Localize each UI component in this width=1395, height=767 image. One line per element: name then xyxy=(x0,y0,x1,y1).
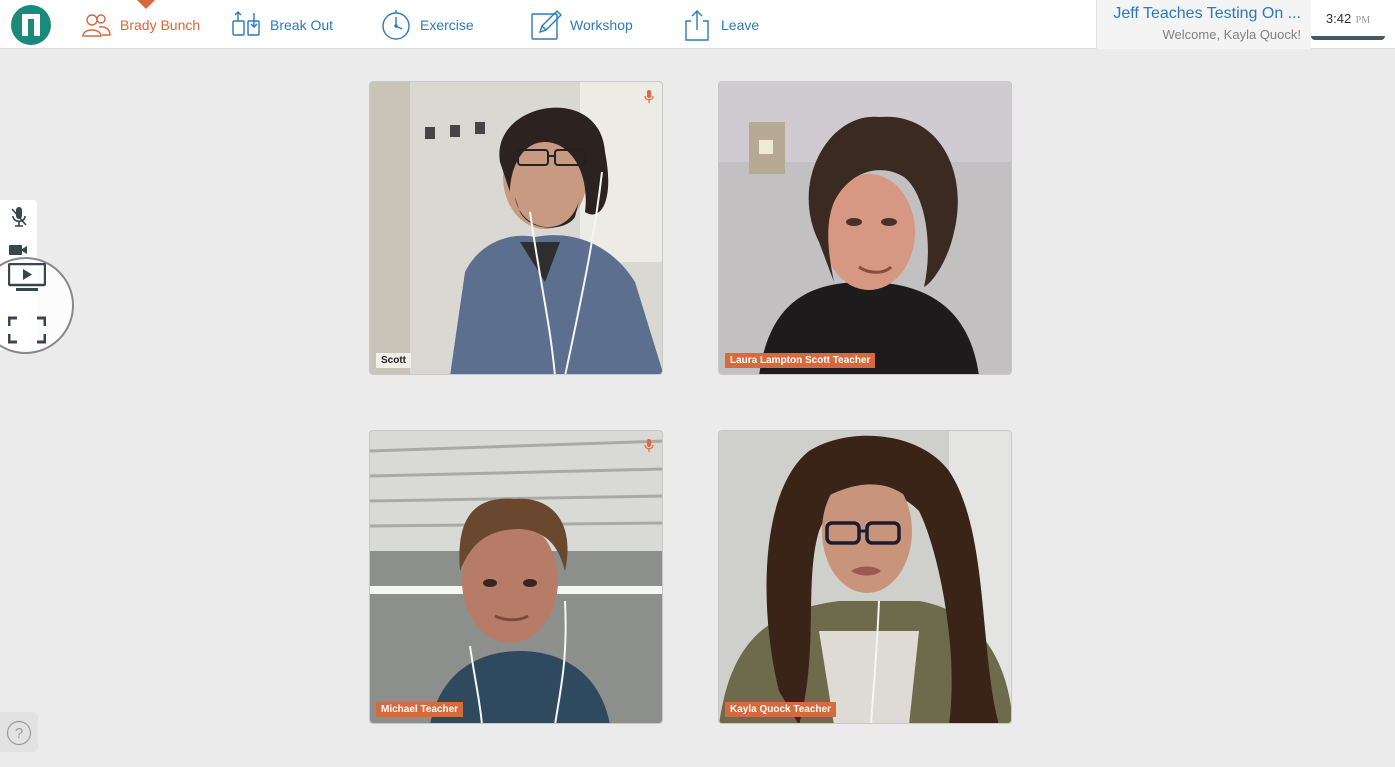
session-info: Jeff Teaches Testing On ... Welcome, Kay… xyxy=(1096,0,1311,49)
participant-name: Laura Lampton Scott Teacher xyxy=(725,353,876,368)
fullscreen-icon[interactable] xyxy=(7,316,47,349)
participant-video xyxy=(370,82,662,374)
clock-time: 3:42 xyxy=(1325,11,1352,26)
video-tile-scott[interactable]: Scott xyxy=(369,81,663,375)
nav-exercise[interactable]: Exercise xyxy=(380,0,474,49)
muted-mic-icon xyxy=(644,90,654,109)
video-tile-michael[interactable]: Michael Teacher xyxy=(369,430,663,724)
session-title[interactable]: Jeff Teaches Testing On ... xyxy=(1113,5,1301,23)
video-tile-kayla[interactable]: Kayla Quock Teacher xyxy=(718,430,1012,724)
nav-leave[interactable]: Leave xyxy=(681,0,759,49)
nav-label: Workshop xyxy=(570,16,633,33)
nav-workshop[interactable]: Workshop xyxy=(530,0,633,49)
participant-name: Michael Teacher xyxy=(376,702,464,717)
participant-name: Kayla Quock Teacher xyxy=(725,702,836,717)
people-icon xyxy=(80,9,112,41)
welcome-text: Welcome, Kayla Quock! xyxy=(1162,27,1301,42)
muted-mic-icon xyxy=(644,439,654,458)
clock-ampm: PM xyxy=(1355,15,1371,26)
app-logo[interactable] xyxy=(11,5,51,45)
nav-label: Brady Bunch xyxy=(120,16,201,33)
help-button[interactable]: ? xyxy=(0,712,38,752)
share-out-icon xyxy=(681,9,713,41)
participant-video xyxy=(370,431,662,723)
help-icon: ? xyxy=(6,720,32,746)
nav-brady-bunch[interactable]: Brady Bunch xyxy=(80,0,200,49)
participant-name: Scott xyxy=(376,353,411,368)
participant-video xyxy=(719,82,1011,374)
breakout-icon xyxy=(230,9,262,41)
nav-label: Exercise xyxy=(420,16,474,33)
stopwatch-icon xyxy=(380,9,412,41)
participant-video xyxy=(719,431,1011,723)
screen-share-icon[interactable] xyxy=(7,262,47,296)
video-tile-laura[interactable]: Laura Lampton Scott Teacher xyxy=(718,81,1012,375)
nav-label: Break Out xyxy=(270,16,334,33)
pencil-icon xyxy=(530,9,562,41)
top-bar: Brady Bunch Break Out Exercise Workshop … xyxy=(0,0,1395,49)
clock: 3:42 PM xyxy=(1311,0,1385,40)
nav-label: Leave xyxy=(721,16,760,33)
svg-text:?: ? xyxy=(15,725,23,742)
nav-break-out[interactable]: Break Out xyxy=(230,0,333,49)
microphone-icon[interactable] xyxy=(9,206,29,233)
